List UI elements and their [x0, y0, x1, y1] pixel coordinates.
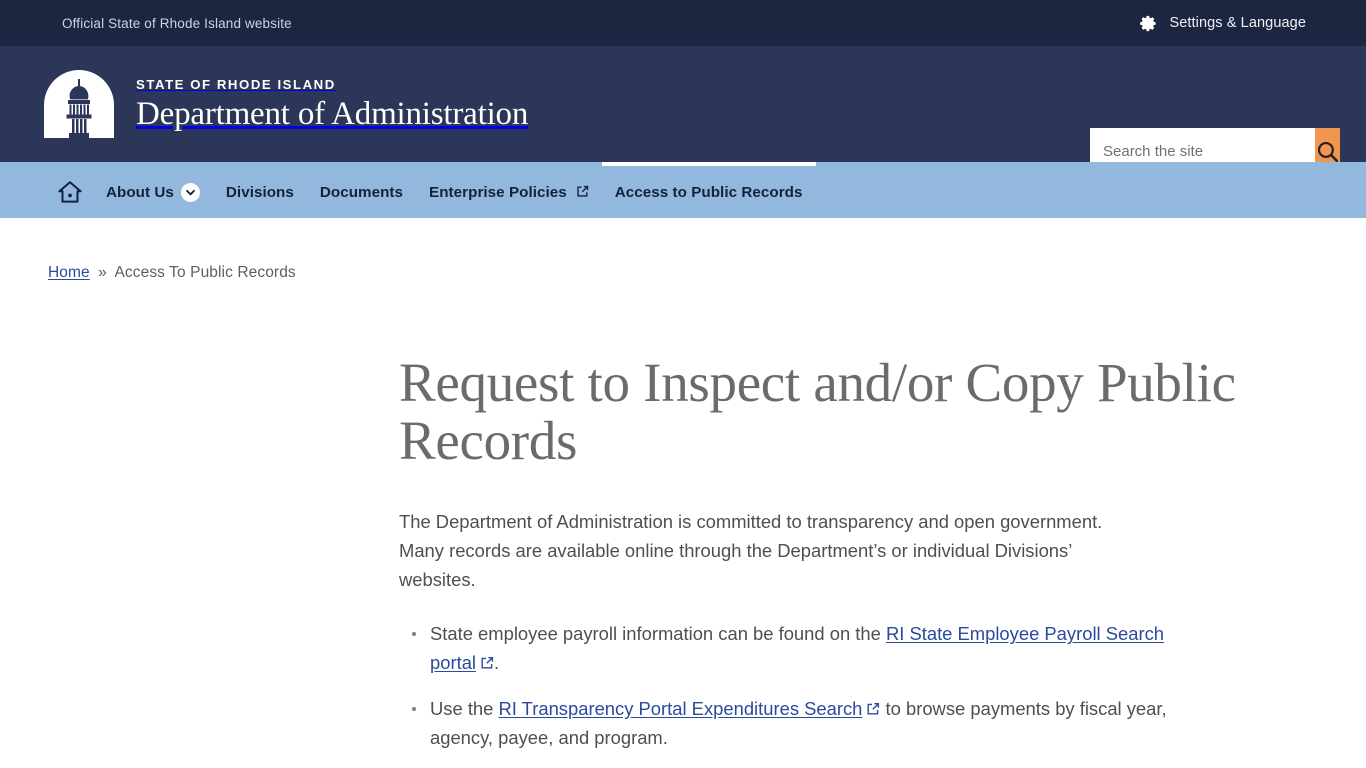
search-icon	[1315, 139, 1340, 164]
nav-item-label: Access to Public Records	[614, 183, 803, 201]
settings-and-language-label: Settings & Language	[1169, 15, 1306, 31]
resource-links-list: State employee payroll information can b…	[399, 620, 1199, 768]
state-house-dome-logo-icon	[38, 68, 120, 140]
main-content: Request to Inspect and/or Copy Public Re…	[0, 282, 1366, 768]
site-header: STATE OF RHODE ISLAND Department of Admi…	[0, 46, 1366, 175]
page-title: Request to Inspect and/or Copy Public Re…	[399, 352, 1236, 472]
list-item-prefix: Use the	[430, 697, 499, 719]
breadcrumb-current: Access To Public Records	[114, 264, 296, 281]
breadcrumb: Home » Access To Public Records	[0, 218, 1366, 282]
home-icon	[57, 180, 83, 204]
ri-transparency-portal-expenditures-search-link[interactable]: RI Transparency Portal Expenditures Sear…	[499, 698, 863, 719]
nav-item-about-us[interactable]: About Us	[93, 162, 213, 218]
gear-icon	[1139, 14, 1158, 33]
site-title: Department of Administration	[136, 95, 529, 132]
official-site-notice: Official State of Rhode Island website	[62, 15, 292, 31]
external-link-icon	[862, 698, 880, 719]
nav-item-label: Documents	[319, 183, 404, 201]
external-link-icon	[574, 184, 589, 201]
breadcrumb-home-link[interactable]: Home	[48, 264, 90, 281]
nav-item-access-to-public-records[interactable]: Access to Public Records	[601, 162, 816, 218]
breadcrumb-separator: »	[98, 264, 107, 281]
external-link-icon	[476, 652, 494, 673]
intro-paragraph: The Department of Administration is comm…	[399, 510, 1103, 591]
nav-item-divisions[interactable]: Divisions	[213, 162, 307, 218]
list-item: Use the RI Transparency Portal Expenditu…	[412, 695, 1199, 752]
nav-item-home[interactable]	[48, 162, 93, 218]
primary-navigation: About Us Divisions Documents Enterprise …	[0, 162, 1366, 218]
list-item-prefix: State employee payroll information can b…	[430, 623, 886, 645]
utility-bar: Official State of Rhode Island website S…	[0, 0, 1366, 46]
nav-item-enterprise-policies[interactable]: Enterprise Policies	[416, 162, 602, 218]
list-item-suffix: .	[494, 652, 500, 674]
list-item: State employee payroll information can b…	[412, 620, 1199, 677]
nav-item-documents[interactable]: Documents	[307, 162, 416, 218]
settings-and-language-button[interactable]: Settings & Language	[1139, 14, 1306, 33]
chevron-down-icon[interactable]	[180, 182, 200, 202]
site-logo-link[interactable]: STATE OF RHODE ISLAND Department of Admi…	[38, 68, 528, 140]
nav-item-label: Divisions	[225, 183, 294, 201]
brand-eyebrow: STATE OF RHODE ISLAND	[136, 76, 336, 92]
nav-item-label: Enterprise Policies	[429, 183, 567, 201]
nav-item-label: About Us	[106, 183, 174, 201]
